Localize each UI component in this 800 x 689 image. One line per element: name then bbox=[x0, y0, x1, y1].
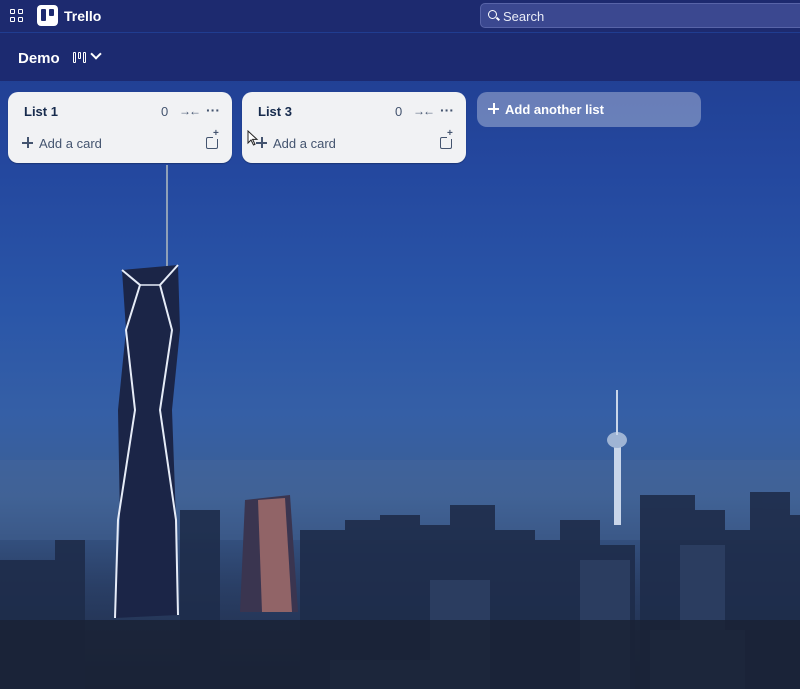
collapse-icon[interactable]: →← bbox=[413, 104, 435, 118]
add-card-button[interactable]: Add a card bbox=[16, 133, 196, 155]
board-header: Demo bbox=[0, 33, 800, 81]
top-header: Trello Search bbox=[0, 0, 800, 32]
add-card-label: Add a card bbox=[39, 136, 102, 151]
list-column: List 3 0 →← ··· Add a card bbox=[242, 92, 466, 163]
board-title[interactable]: Demo bbox=[18, 50, 60, 67]
board-view-switcher-button[interactable] bbox=[70, 47, 108, 69]
more-icon[interactable]: ··· bbox=[440, 102, 458, 118]
chevron-down-icon bbox=[90, 48, 102, 60]
list-title[interactable]: List 1 bbox=[24, 104, 58, 119]
add-card-button[interactable]: Add a card bbox=[250, 133, 430, 155]
apps-grid-icon[interactable] bbox=[10, 9, 24, 23]
plus-icon bbox=[22, 137, 33, 148]
list-card-count: 0 bbox=[161, 104, 169, 119]
trello-logo-icon[interactable] bbox=[37, 5, 58, 26]
card-template-icon[interactable] bbox=[206, 129, 219, 149]
search-input[interactable]: Search bbox=[480, 3, 800, 28]
board-view-icon bbox=[73, 52, 87, 63]
list-title[interactable]: List 3 bbox=[258, 104, 292, 119]
mouse-cursor-icon bbox=[247, 130, 259, 146]
collapse-icon[interactable]: →← bbox=[179, 104, 201, 118]
list-card-count: 0 bbox=[395, 104, 403, 119]
add-list-button[interactable]: Add another list bbox=[477, 92, 701, 127]
card-template-icon[interactable] bbox=[440, 129, 453, 149]
more-icon[interactable]: ··· bbox=[206, 102, 224, 118]
add-list-label: Add another list bbox=[505, 102, 604, 117]
list-column: List 1 0 →← ··· Add a card bbox=[8, 92, 232, 163]
search-icon bbox=[488, 10, 497, 19]
search-placeholder: Search bbox=[503, 9, 545, 24]
add-card-label: Add a card bbox=[273, 136, 336, 151]
plus-icon bbox=[488, 103, 499, 114]
app-name[interactable]: Trello bbox=[64, 8, 101, 24]
